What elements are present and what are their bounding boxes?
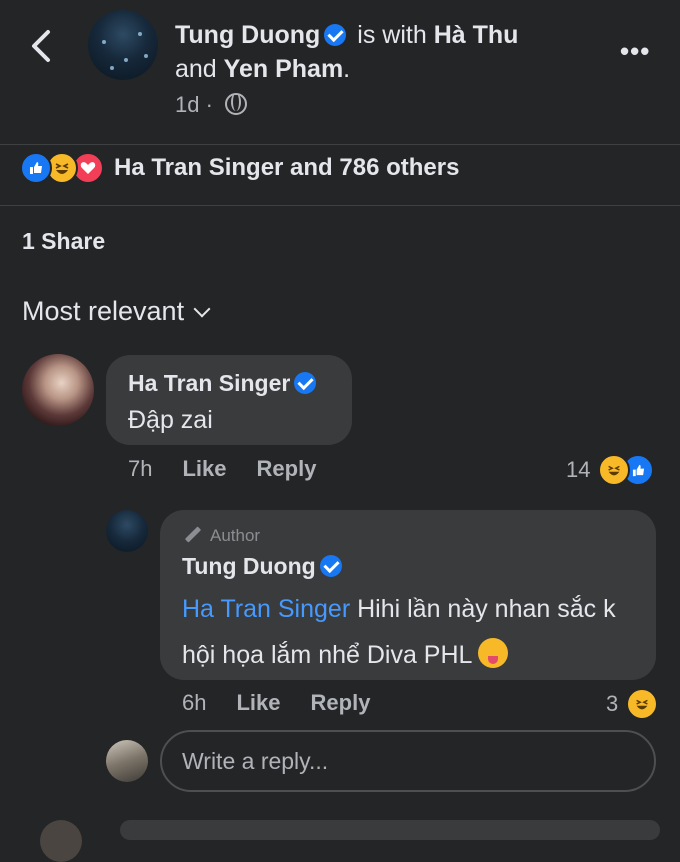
meta-separator: · — [205, 92, 213, 117]
mention-link[interactable]: Ha Tran Singer — [182, 595, 350, 623]
verified-badge-icon — [319, 555, 342, 577]
comment-text: Đập zai — [128, 406, 213, 434]
reply-text: Ha Tran Singer Hihi lần này nhan sắc k h… — [182, 586, 642, 678]
like-button[interactable]: Like — [182, 456, 226, 482]
next-comment-avatar — [40, 820, 82, 862]
post-header-text: Tung Duong is with Hà Thu and Yen Pham. — [175, 18, 595, 86]
author-badge: Author — [184, 526, 260, 546]
comment-reaction-count[interactable]: 14 — [566, 454, 655, 486]
reply-reaction-count[interactable]: 3 — [606, 688, 659, 720]
current-user-avatar — [106, 740, 148, 782]
back-button[interactable] — [26, 26, 58, 66]
comment-actions: 7h Like Reply — [128, 456, 316, 482]
comment-author-row: Ha Tran Singer — [128, 370, 320, 397]
share-count[interactable]: 1 Share — [22, 228, 105, 255]
reactions-text[interactable]: Ha Tran Singer and 786 others — [114, 154, 459, 182]
tagged-user-2[interactable]: Yen Pham — [224, 55, 344, 83]
reply-actions: 6h Like Reply — [182, 690, 370, 716]
with-text: is with — [357, 21, 427, 49]
chevron-left-icon — [32, 30, 50, 62]
sort-label: Most relevant — [22, 296, 185, 326]
reply-author-row: Tung Duong — [182, 553, 346, 580]
reaction-count-text: 3 — [606, 691, 619, 716]
reaction-count-text: 14 — [566, 457, 591, 482]
and-text: and — [175, 55, 217, 83]
reply-input[interactable] — [160, 730, 656, 792]
next-comment-bubble — [120, 820, 660, 840]
author-name[interactable]: Tung Duong — [175, 21, 320, 49]
author-badge-label: Author — [210, 526, 261, 545]
reply-time: 6h — [182, 690, 207, 715]
pen-icon — [184, 526, 202, 543]
post-time[interactable]: 1d — [175, 92, 199, 117]
comment-time: 7h — [128, 456, 153, 481]
like-button[interactable]: Like — [236, 690, 280, 716]
haha-icon — [626, 688, 659, 720]
divider — [0, 144, 680, 145]
tongue-emoji-icon — [478, 638, 509, 668]
commenter-avatar[interactable] — [22, 354, 94, 426]
reply-button[interactable]: Reply — [311, 690, 371, 716]
divider — [0, 205, 680, 206]
period-text: . — [343, 55, 351, 83]
verified-badge-icon — [294, 372, 317, 394]
reply-author-name[interactable]: Tung Duong — [182, 553, 316, 579]
comment-sort-dropdown[interactable]: Most relevant — [22, 296, 211, 327]
reactions-summary[interactable]: Ha Tran Singer and 786 others — [20, 150, 459, 186]
author-avatar[interactable] — [88, 10, 158, 80]
post-meta: 1d · — [175, 92, 248, 118]
reply-author-avatar[interactable] — [106, 510, 148, 552]
reply-button[interactable]: Reply — [257, 456, 317, 482]
more-dots-icon: ••• — [620, 36, 651, 66]
tagged-user-1[interactable]: Hà Thu — [434, 21, 519, 49]
public-globe-icon — [225, 93, 248, 115]
verified-badge-icon — [324, 24, 347, 46]
chevron-down-icon — [193, 300, 211, 318]
comment-author-name[interactable]: Ha Tran Singer — [128, 370, 290, 396]
like-icon — [20, 152, 52, 184]
more-options-button[interactable]: ••• — [620, 36, 650, 67]
